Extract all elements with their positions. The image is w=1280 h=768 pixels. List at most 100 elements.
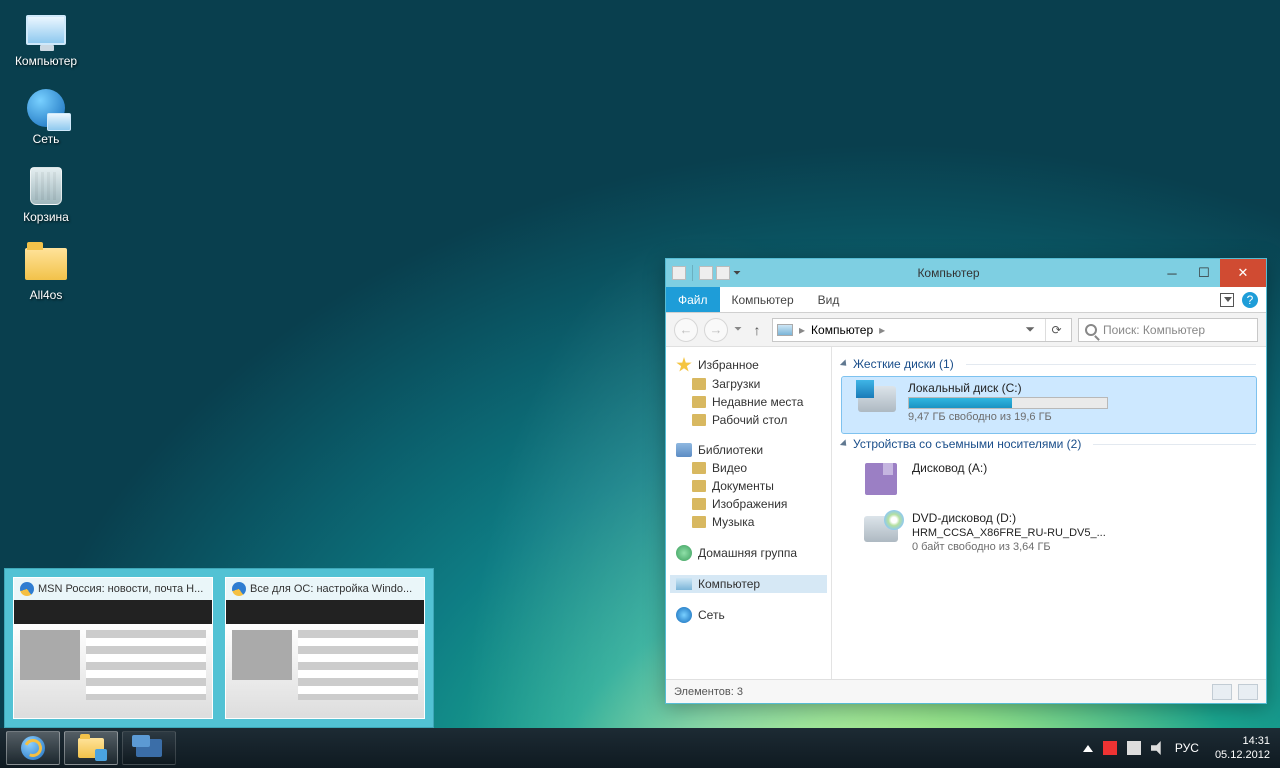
desktop-icon-folder[interactable]: All4os bbox=[8, 242, 84, 302]
preview-image bbox=[14, 600, 212, 718]
taskbar-previews: MSN Россия: новости, почта H... Все для … bbox=[4, 568, 434, 728]
view-details-button[interactable] bbox=[1212, 684, 1232, 700]
nav-forward-button[interactable]: → bbox=[704, 318, 728, 342]
address-bar[interactable]: ▸ Компьютер ▸ ⏷ ⟳ bbox=[772, 318, 1072, 342]
search-input[interactable]: Поиск: Компьютер bbox=[1078, 318, 1258, 342]
desktop-icon-label: Компьютер bbox=[15, 54, 77, 68]
nav-music[interactable]: Музыка bbox=[670, 513, 827, 531]
action-center-icon[interactable] bbox=[1103, 741, 1117, 755]
tray-show-hidden-icon[interactable] bbox=[1083, 745, 1093, 752]
preview-title: Все для ОС: настройка Windo... bbox=[250, 583, 412, 595]
preview-thumbnail[interactable]: MSN Россия: новости, почта H... bbox=[13, 577, 213, 719]
tab-computer[interactable]: Компьютер bbox=[720, 287, 806, 312]
breadcrumb-separator: ▸ bbox=[799, 323, 805, 337]
nav-network[interactable]: Сеть bbox=[670, 605, 827, 625]
explorer-window: ⏷ Компьютер ─ ☐ ✕ Файл Компьютер Вид ? ←… bbox=[665, 258, 1267, 704]
language-indicator[interactable]: РУС bbox=[1175, 741, 1199, 755]
music-icon bbox=[692, 516, 706, 528]
address-dropdown-icon[interactable]: ⏷ bbox=[1021, 322, 1039, 337]
desktop-icon-label: All4os bbox=[30, 288, 63, 302]
drive-title: DVD-дисковод (D:) bbox=[912, 511, 1106, 525]
desktop-icon-computer[interactable]: Компьютер bbox=[8, 8, 84, 68]
minimize-button[interactable]: ─ bbox=[1156, 259, 1188, 287]
navigation-pane: Избранное Загрузки Недавние места Рабочи… bbox=[666, 347, 832, 679]
taskbar: РУС 14:31 05.12.2012 bbox=[0, 728, 1280, 768]
drive-usage-bar bbox=[908, 397, 1108, 409]
ribbon-tabs: Файл Компьютер Вид ? bbox=[666, 287, 1266, 313]
volume-icon[interactable] bbox=[1151, 741, 1165, 755]
qa-newfolder-icon[interactable] bbox=[716, 266, 730, 280]
preview-thumbnail[interactable]: Все для ОС: настройка Windo... bbox=[225, 577, 425, 719]
drive-local-c[interactable]: Локальный диск (C:) 9,47 ГБ свободно из … bbox=[842, 377, 1256, 433]
network-tray-icon[interactable] bbox=[1127, 741, 1141, 755]
ie-icon bbox=[20, 582, 34, 596]
nav-desktop[interactable]: Рабочий стол bbox=[670, 411, 827, 429]
ie-icon bbox=[21, 736, 45, 760]
dvd-icon bbox=[860, 511, 902, 547]
maximize-button[interactable]: ☐ bbox=[1188, 259, 1220, 287]
close-button[interactable]: ✕ bbox=[1220, 259, 1266, 287]
nav-back-button[interactable]: ← bbox=[674, 318, 698, 342]
folder-icon bbox=[24, 242, 68, 286]
qa-properties-icon[interactable] bbox=[699, 266, 713, 280]
nav-recent[interactable]: Недавние места bbox=[670, 393, 827, 411]
view-tiles-button[interactable] bbox=[1238, 684, 1258, 700]
breadcrumb-separator: ▸ bbox=[879, 323, 885, 337]
category-hard-drives[interactable]: Жесткие диски (1) bbox=[842, 353, 1256, 377]
clock-date: 05.12.2012 bbox=[1215, 748, 1270, 762]
video-icon bbox=[692, 462, 706, 474]
status-bar: Элементов: 3 bbox=[666, 679, 1266, 703]
preview-image bbox=[226, 600, 424, 718]
desktop[interactable]: Компьютер Сеть Корзина All4os MSN Россия… bbox=[0, 0, 1280, 768]
drive-dvd-d[interactable]: DVD-дисковод (D:) HRM_CCSA_X86FRE_RU-RU_… bbox=[842, 507, 1256, 563]
nav-pictures[interactable]: Изображения bbox=[670, 495, 827, 513]
desktop-icons: Компьютер Сеть Корзина All4os bbox=[8, 8, 84, 302]
desktop-icon-recycle-bin[interactable]: Корзина bbox=[8, 164, 84, 224]
drive-subtext: 9,47 ГБ свободно из 19,6 ГБ bbox=[908, 411, 1108, 423]
desktop-icon-label: Сеть bbox=[33, 132, 60, 146]
breadcrumb-item[interactable]: Компьютер bbox=[811, 323, 873, 337]
qa-dropdown-icon[interactable]: ⏷ bbox=[733, 268, 741, 279]
taskbar-ie-button[interactable] bbox=[6, 731, 60, 765]
drive-label: HRM_CCSA_X86FRE_RU-RU_DV5_... bbox=[912, 527, 1106, 539]
preview-title: MSN Россия: новости, почта H... bbox=[38, 583, 203, 595]
hdd-icon bbox=[856, 381, 898, 417]
libraries-icon bbox=[676, 443, 692, 457]
category-removable[interactable]: Устройства со съемными носителями (2) bbox=[842, 433, 1256, 457]
tab-view[interactable]: Вид bbox=[806, 287, 852, 312]
documents-icon bbox=[692, 480, 706, 492]
expand-ribbon-icon[interactable] bbox=[1220, 293, 1234, 307]
nav-video[interactable]: Видео bbox=[670, 459, 827, 477]
tab-file[interactable]: Файл bbox=[666, 287, 720, 312]
taskbar-explorer-button[interactable] bbox=[64, 731, 118, 765]
nav-homegroup[interactable]: Домашняя группа bbox=[670, 543, 827, 563]
nav-favorites[interactable]: Избранное bbox=[670, 355, 827, 375]
title-bar[interactable]: ⏷ Компьютер ─ ☐ ✕ bbox=[666, 259, 1266, 287]
help-icon[interactable]: ? bbox=[1242, 292, 1258, 308]
nav-documents[interactable]: Документы bbox=[670, 477, 827, 495]
nav-downloads[interactable]: Загрузки bbox=[670, 375, 827, 393]
clock[interactable]: 14:31 05.12.2012 bbox=[1209, 734, 1270, 762]
app-icon[interactable] bbox=[672, 266, 686, 280]
drive-subtext: 0 байт свободно из 3,64 ГБ bbox=[912, 541, 1106, 553]
clock-time: 14:31 bbox=[1215, 734, 1270, 748]
address-bar-row: ← → ⏷ ↑ ▸ Компьютер ▸ ⏷ ⟳ Поиск: Компьют… bbox=[666, 313, 1266, 347]
drive-floppy-a[interactable]: Дисковод (A:) bbox=[842, 457, 1256, 507]
ie-icon bbox=[232, 582, 246, 596]
taskbar-screens-button[interactable] bbox=[122, 731, 176, 765]
screens-icon bbox=[136, 739, 162, 757]
nav-computer[interactable]: Компьютер bbox=[670, 575, 827, 593]
content-pane: Жесткие диски (1) Локальный диск (C:) 9,… bbox=[832, 347, 1266, 679]
history-dropdown-icon[interactable]: ⏷ bbox=[734, 324, 742, 335]
search-icon bbox=[1085, 324, 1097, 336]
monitor-icon bbox=[24, 8, 68, 52]
refresh-button[interactable]: ⟳ bbox=[1045, 319, 1067, 341]
explorer-icon bbox=[78, 738, 104, 758]
quick-access-toolbar: ⏷ bbox=[672, 265, 741, 281]
nav-up-button[interactable]: ↑ bbox=[748, 321, 766, 339]
desktop-icon-network[interactable]: Сеть bbox=[8, 86, 84, 146]
folder-icon bbox=[692, 396, 706, 408]
floppy-icon bbox=[860, 461, 902, 497]
recycle-bin-icon bbox=[24, 164, 68, 208]
nav-libraries[interactable]: Библиотеки bbox=[670, 441, 827, 459]
